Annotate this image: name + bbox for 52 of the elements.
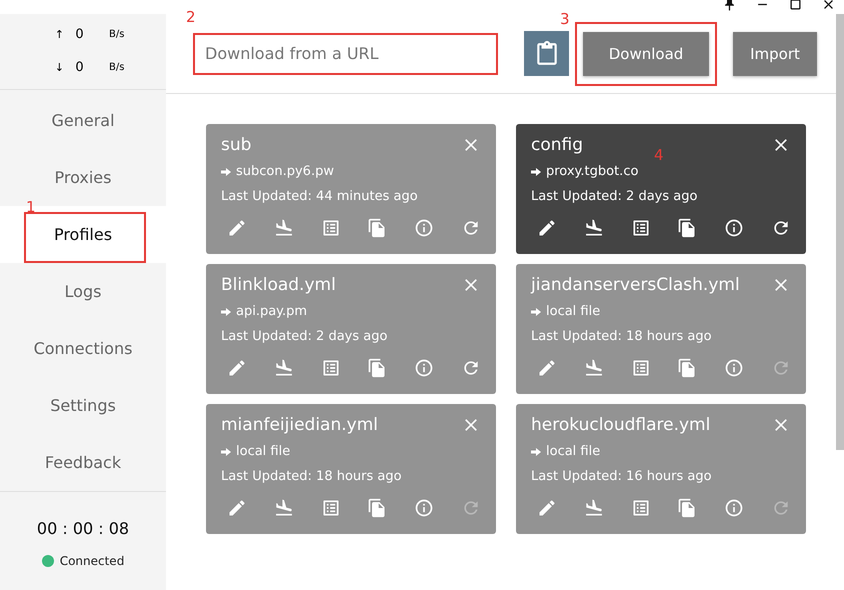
arrow-icon <box>531 448 541 456</box>
arrow-icon <box>221 168 231 176</box>
arrow-icon <box>531 168 541 176</box>
maximize-icon[interactable] <box>788 0 803 12</box>
profile-source: local file <box>546 304 600 319</box>
profile-updated: Last Updated: 16 hours ago <box>531 469 713 484</box>
profile-name: herokucloudflare.yml <box>531 415 710 435</box>
profile-updated: Last Updated: 18 hours ago <box>531 329 713 344</box>
profile-updated: Last Updated: 2 days ago <box>221 329 388 344</box>
profile-source: api.pay.pm <box>236 304 308 319</box>
pencil-icon[interactable] <box>537 218 557 238</box>
profile-name: sub <box>221 135 252 155</box>
profile-name: Blinkload.yml <box>221 275 336 295</box>
profile-source: subcon.py6.pw <box>236 164 334 179</box>
pin-icon[interactable] <box>722 0 737 12</box>
arrow-icon <box>221 448 231 456</box>
profile-source: proxy.tgbot.co <box>546 164 638 179</box>
arrow-icon <box>221 308 231 316</box>
profile-name: jiandanserversClash.yml <box>531 275 740 295</box>
nav-item[interactable]: Settings <box>0 376 166 434</box>
arrow-icon <box>531 308 541 316</box>
status-label: Connected <box>60 554 124 568</box>
list-icon[interactable] <box>630 218 651 238</box>
nav-item[interactable]: Connections <box>0 320 166 377</box>
plane-landing-icon[interactable] <box>584 218 604 238</box>
nav-item[interactable]: Feedback <box>0 434 166 491</box>
copy-icon[interactable] <box>677 218 698 238</box>
profile-updated: Last Updated: 18 hours ago <box>221 469 403 484</box>
traffic-arrow: ↑ <box>54 28 64 42</box>
paste-button[interactable] <box>524 31 569 76</box>
traffic-unit: B/s <box>109 62 126 74</box>
profile-name: config <box>531 135 584 155</box>
traffic-value: 0 <box>75 60 84 76</box>
profile-updated: Last Updated: 2 days ago <box>531 189 698 204</box>
profile-source: local file <box>236 444 290 459</box>
annotation-number: 3 <box>560 10 570 28</box>
download-button[interactable]: Download <box>583 32 709 76</box>
profile-source: local file <box>546 444 600 459</box>
url-field[interactable]: Download from a URL <box>193 32 498 74</box>
uptime-timer: 00 : 00 : 08 <box>36 519 130 538</box>
import-button[interactable]: Import <box>733 32 817 76</box>
scrollbar[interactable] <box>836 14 844 450</box>
traffic-value: 0 <box>75 27 84 42</box>
traffic-arrow: ↓ <box>54 61 64 74</box>
profile-name: mianfeijiedian.yml <box>221 415 378 435</box>
annotation-number: 4 <box>654 146 664 164</box>
info-icon[interactable] <box>724 218 744 238</box>
nav-item[interactable]: Logs <box>0 262 166 320</box>
nav-item[interactable]: General <box>0 92 166 149</box>
profile-updated: Last Updated: 44 minutes ago <box>221 189 419 204</box>
traffic-unit: B/s <box>109 29 126 40</box>
annotation-number: 2 <box>186 8 196 26</box>
